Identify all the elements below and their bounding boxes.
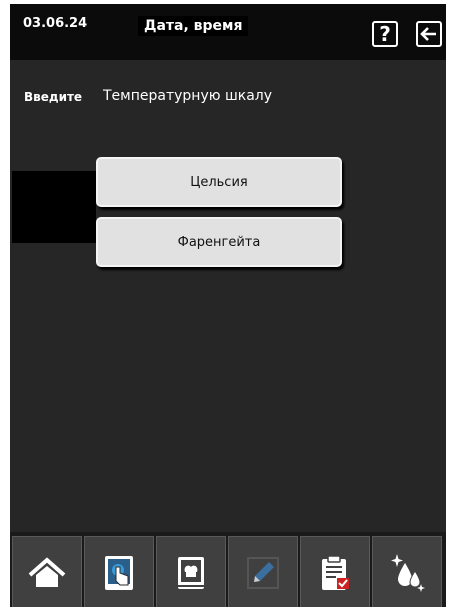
arrow-left-icon	[420, 27, 436, 41]
clipboard-icon	[322, 554, 349, 590]
bottom-nav	[10, 532, 446, 607]
fahrenheit-button[interactable]: Фаренгейта	[96, 217, 342, 267]
prompt-label: Введите	[24, 90, 83, 104]
haccp-button[interactable]	[300, 536, 370, 607]
prompt-text: Температурную шкалу	[103, 88, 273, 104]
home-icon	[28, 556, 66, 587]
tablet-touch-icon	[105, 555, 133, 590]
header: 03.06.24 Дата, время ?	[10, 4, 446, 60]
question-icon: ?	[379, 22, 391, 46]
help-button[interactable]: ?	[372, 21, 398, 47]
manual-cooking-button[interactable]	[84, 536, 154, 607]
date-display: 03.06.24	[23, 16, 88, 31]
cleaning-drops-icon	[391, 553, 425, 592]
edit-button[interactable]	[228, 536, 298, 607]
back-button[interactable]	[416, 21, 442, 47]
home-button[interactable]	[12, 536, 82, 607]
screen: 03.06.24 Дата, время ? Введите Температу…	[10, 4, 446, 607]
cleaning-button[interactable]	[372, 536, 442, 607]
recipe-book-icon	[178, 556, 204, 589]
pencil-icon	[247, 556, 279, 589]
page-title: Дата, время	[138, 16, 249, 36]
celsius-button[interactable]: Цельсия	[96, 157, 342, 207]
recipe-book-button[interactable]	[156, 536, 226, 607]
black-panel	[12, 171, 96, 243]
